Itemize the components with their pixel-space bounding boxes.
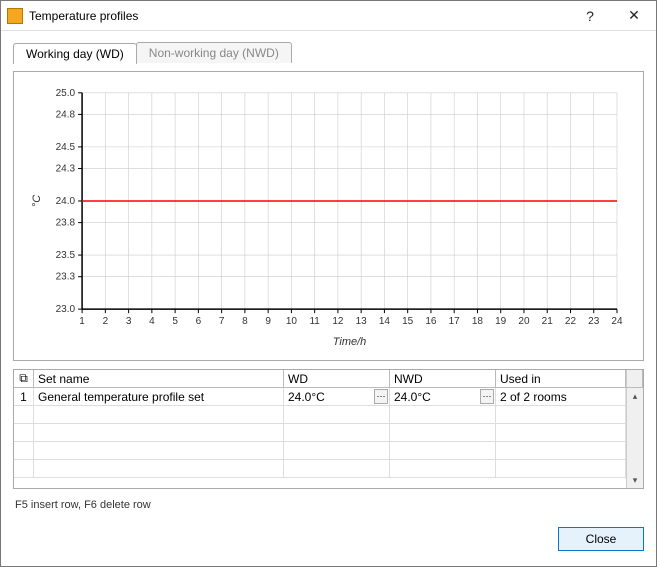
svg-text:13: 13 [356,316,368,327]
table-body: 1 General temperature profile set 24.0°C… [14,388,643,488]
svg-text:24.0: 24.0 [56,196,76,207]
svg-text:22: 22 [565,316,577,327]
nwd-picker-button[interactable]: ⋯ [480,389,494,404]
profile-table: ⧉ Set name WD NWD Used in 1 General temp… [13,369,644,489]
tab-working-day[interactable]: Working day (WD) [13,43,137,64]
svg-text:11: 11 [309,316,320,327]
svg-text:14: 14 [379,316,391,327]
shortcut-hint: F5 insert row, F6 delete row [13,497,644,511]
window-title: Temperature profiles [29,9,568,23]
svg-text:10: 10 [286,316,298,327]
svg-text:24.8: 24.8 [56,109,76,120]
svg-text:21: 21 [542,316,554,327]
table-row-empty [14,442,626,460]
svg-text:20: 20 [518,316,530,327]
svg-text:24.3: 24.3 [56,164,76,175]
svg-text:4: 4 [149,316,155,327]
dialog-window: Temperature profiles ? ✕ Working day (WD… [0,0,657,567]
svg-text:1: 1 [79,316,85,327]
svg-text:°C: °C [31,195,43,207]
svg-text:2: 2 [103,316,109,327]
table-row-empty [14,424,626,442]
close-window-button[interactable]: ✕ [612,1,656,31]
table-rows: 1 General temperature profile set 24.0°C… [14,388,626,488]
tab-bar: Working day (WD) Non-working day (NWD) [13,41,644,63]
svg-text:23.3: 23.3 [56,272,76,283]
svg-text:15: 15 [402,316,414,327]
svg-text:Time/h: Time/h [333,336,367,348]
svg-text:17: 17 [449,316,461,327]
table-row-empty [14,460,626,478]
cell-used-in: 2 of 2 rooms [496,388,626,405]
copy-icon[interactable]: ⧉ [14,370,34,387]
svg-text:7: 7 [219,316,225,327]
temperature-chart: 23.023.323.523.824.024.324.524.825.01234… [26,84,627,352]
cell-wd-value: 24.0°C [288,390,325,404]
cell-set-name[interactable]: General temperature profile set [34,388,284,405]
header-set-name[interactable]: Set name [34,370,284,387]
svg-text:12: 12 [332,316,344,327]
header-wd[interactable]: WD [284,370,390,387]
help-button[interactable]: ? [568,1,612,31]
scroll-up-icon[interactable]: ▴ [627,388,643,404]
svg-text:6: 6 [196,316,202,327]
header-scroll-spacer [626,370,643,387]
cell-wd[interactable]: 24.0°C ⋯ [284,388,390,405]
header-used-in[interactable]: Used in [496,370,626,387]
wd-picker-button[interactable]: ⋯ [374,389,388,404]
content-area: Working day (WD) Non-working day (NWD) 2… [1,31,656,522]
svg-text:24: 24 [611,316,623,327]
svg-text:5: 5 [172,316,178,327]
table-row-empty [14,406,626,424]
svg-text:18: 18 [472,316,484,327]
chart-panel: 23.023.323.523.824.024.324.524.825.01234… [13,71,644,361]
svg-text:16: 16 [425,316,437,327]
svg-text:23.8: 23.8 [56,218,76,229]
svg-text:23.5: 23.5 [56,250,76,261]
svg-text:23.0: 23.0 [56,304,76,315]
svg-text:8: 8 [242,316,248,327]
dialog-footer: Close [1,522,656,566]
app-icon [7,8,23,24]
scroll-down-icon[interactable]: ▾ [627,472,643,488]
close-button[interactable]: Close [558,527,644,551]
cell-nwd[interactable]: 24.0°C ⋯ [390,388,496,405]
svg-text:24.5: 24.5 [56,142,76,153]
row-index: 1 [14,388,34,405]
titlebar: Temperature profiles ? ✕ [1,1,656,31]
table-scrollbar[interactable]: ▴ ▾ [626,388,643,488]
svg-text:25.0: 25.0 [56,88,76,99]
svg-text:9: 9 [265,316,271,327]
cell-nwd-value: 24.0°C [394,390,431,404]
table-header: ⧉ Set name WD NWD Used in [14,370,643,388]
svg-text:23: 23 [588,316,600,327]
svg-text:3: 3 [126,316,132,327]
header-nwd[interactable]: NWD [390,370,496,387]
tab-non-working-day[interactable]: Non-working day (NWD) [136,42,292,63]
table-row[interactable]: 1 General temperature profile set 24.0°C… [14,388,626,406]
svg-text:19: 19 [495,316,507,327]
